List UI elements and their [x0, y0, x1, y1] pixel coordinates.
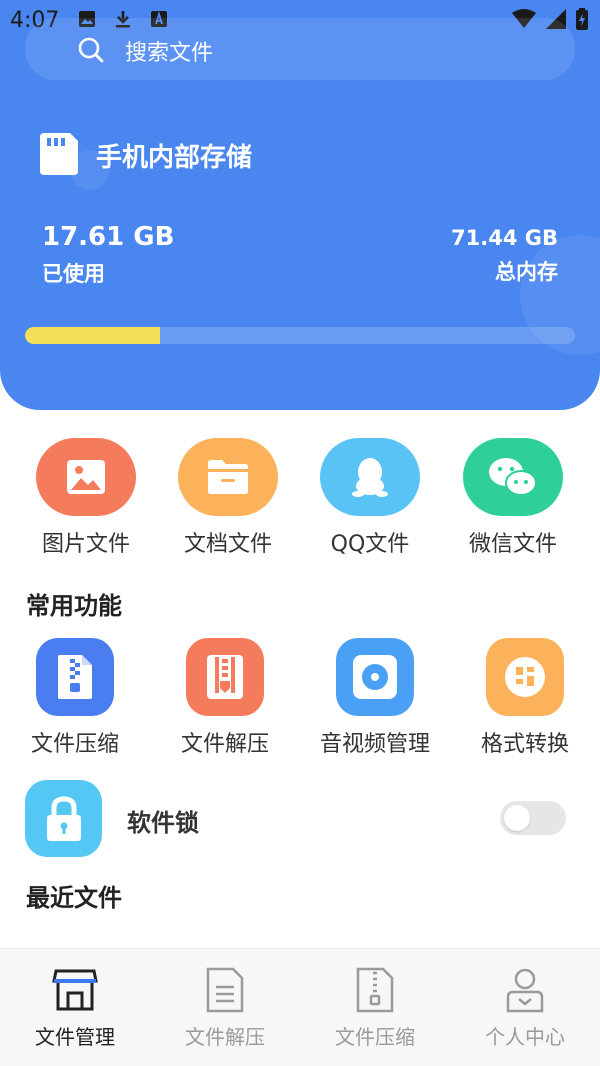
- tool-icon-bg: [486, 638, 564, 716]
- battery-icon: [576, 8, 588, 30]
- toggle-knob: [504, 805, 530, 831]
- used-storage-value: 17.61 GB: [42, 222, 175, 252]
- nav-extract[interactable]: 文件解压: [150, 967, 300, 1050]
- category-icon-bg: [36, 438, 136, 516]
- tool-label: 音视频管理: [319, 732, 430, 757]
- tool-convert[interactable]: 格式转换: [450, 638, 600, 758]
- tool-label: 文件压缩: [30, 732, 119, 757]
- tool-icon-bg: [186, 638, 264, 716]
- nav-label: 文件压缩: [335, 1025, 415, 1049]
- nav-label: 文件解压: [185, 1025, 265, 1049]
- used-storage-label: 已使用: [42, 262, 105, 286]
- user-icon: [506, 968, 544, 1013]
- category-icon-bg: [320, 438, 420, 516]
- category-icon-bg: [178, 438, 278, 516]
- category-label: 微信文件: [468, 532, 557, 557]
- storage-title: 手机内部存储: [96, 143, 253, 173]
- wechat-icon: [489, 458, 537, 496]
- search-icon: [78, 37, 104, 63]
- total-storage-value: 71.44 GB: [451, 226, 558, 250]
- tool-icon-bg: [36, 638, 114, 716]
- category-wechat[interactable]: 微信文件: [453, 438, 573, 558]
- tool-label: 文件解压: [180, 732, 269, 757]
- document-icon: [206, 967, 244, 1013]
- nav-compress[interactable]: 文件压缩: [300, 967, 450, 1050]
- search-bar[interactable]: 搜索文件: [25, 18, 575, 80]
- recent-files-title: 最近文件: [26, 884, 122, 912]
- bottom-nav: 文件管理 文件解压 文件压缩 个人中心: [0, 948, 600, 1066]
- total-storage-label: 总内存: [495, 260, 558, 284]
- search-placeholder: 搜索文件: [125, 41, 214, 66]
- nav-label: 文件管理: [35, 1025, 115, 1049]
- tool-icon-bg: [336, 638, 414, 716]
- category-label: 图片文件: [41, 532, 130, 557]
- media-icon: [353, 655, 397, 699]
- zip-icon: [58, 655, 92, 699]
- sd-card-icon: [40, 133, 78, 175]
- category-images[interactable]: 图片文件: [26, 438, 146, 558]
- tool-label: 格式转换: [480, 732, 569, 757]
- storage-usage-bar: [25, 327, 575, 344]
- category-documents[interactable]: 文档文件: [168, 438, 288, 558]
- storage-header: 4:07 搜索文件 手机内部存储 17.61 GB 已使用 71.44 GB 总…: [0, 0, 600, 410]
- category-qq[interactable]: QQ文件: [310, 438, 430, 558]
- common-features-title: 常用功能: [26, 592, 122, 620]
- image-icon: [67, 460, 105, 494]
- app-lock-tile: [25, 780, 102, 857]
- nav-file-manager[interactable]: 文件管理: [0, 967, 150, 1050]
- tool-extract[interactable]: 文件解压: [150, 638, 300, 758]
- category-label: 文档文件: [183, 532, 272, 557]
- category-icon-bg: [463, 438, 563, 516]
- penguin-icon: [352, 458, 388, 497]
- nav-label: 个人中心: [485, 1025, 565, 1049]
- storefront-icon: [52, 969, 98, 1011]
- tool-media[interactable]: 音视频管理: [300, 638, 450, 758]
- tool-compress[interactable]: 文件压缩: [0, 638, 150, 758]
- storage-usage-fill: [25, 327, 161, 344]
- category-label: QQ文件: [330, 532, 410, 557]
- unzip-icon: [207, 655, 243, 699]
- convert-icon: [505, 657, 545, 697]
- app-lock-toggle[interactable]: [500, 801, 566, 835]
- nav-profile[interactable]: 个人中心: [450, 967, 600, 1050]
- lock-icon: [46, 795, 81, 841]
- zip-file-icon: [356, 967, 394, 1013]
- folder-icon: [208, 460, 248, 494]
- app-lock-label: 软件锁: [127, 809, 199, 837]
